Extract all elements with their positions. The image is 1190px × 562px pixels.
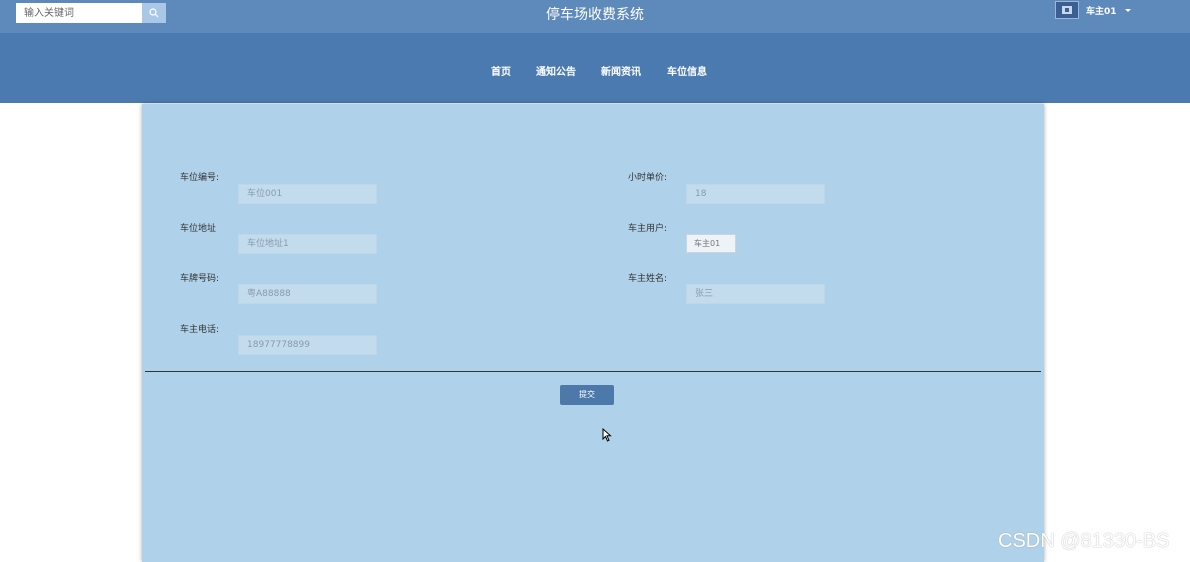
- nav-item-notice[interactable]: 通知公告: [536, 63, 576, 78]
- hourly-price-label: 小时单价:: [628, 173, 668, 183]
- submit-button[interactable]: 提交: [560, 385, 614, 405]
- space-address-field[interactable]: 车位地址1: [238, 234, 377, 254]
- owner-phone-label: 车主电话:: [180, 325, 220, 335]
- space-no-field[interactable]: 车位001: [238, 184, 377, 204]
- main-nav: 首页 通知公告 新闻资讯 车位信息: [0, 33, 1190, 103]
- site-title: 停车场收费系统: [546, 7, 644, 23]
- owner-user-select[interactable]: 车主01: [686, 234, 736, 253]
- space-no-label: 车位编号:: [180, 173, 220, 183]
- nav-item-home[interactable]: 首页: [491, 63, 511, 78]
- space-address-label: 车位地址: [180, 224, 217, 234]
- owner-name-label: 车主姓名:: [628, 274, 668, 284]
- hourly-price-field[interactable]: 18: [686, 184, 825, 204]
- nav-item-news[interactable]: 新闻资讯: [601, 63, 641, 78]
- owner-user-label: 车主用户:: [628, 224, 668, 234]
- plate-no-label: 车牌号码:: [180, 274, 220, 284]
- chevron-down-icon[interactable]: [1124, 8, 1131, 12]
- mouse-cursor-icon: [602, 428, 612, 442]
- owner-name-field[interactable]: 张三: [686, 284, 825, 304]
- avatar[interactable]: [1055, 1, 1079, 19]
- user-name[interactable]: 车主01: [1086, 4, 1117, 17]
- top-bar: 停车场收费系统 车主01: [0, 0, 1190, 33]
- plate-no-field[interactable]: 粤A88888: [238, 284, 377, 304]
- owner-phone-field[interactable]: 18977778899: [238, 335, 377, 355]
- form-divider: [145, 371, 1041, 372]
- user-menu[interactable]: 车主01: [1055, 0, 1131, 20]
- nav-item-parking-info[interactable]: 车位信息: [667, 63, 707, 78]
- detail-form-panel: 车位编号: 车位001 小时单价: 18 车位地址 车位地址1 车主用户: 车主…: [142, 104, 1044, 562]
- user-avatar-icon: [1062, 6, 1072, 14]
- watermark: CSDN @81330-BS: [998, 530, 1170, 552]
